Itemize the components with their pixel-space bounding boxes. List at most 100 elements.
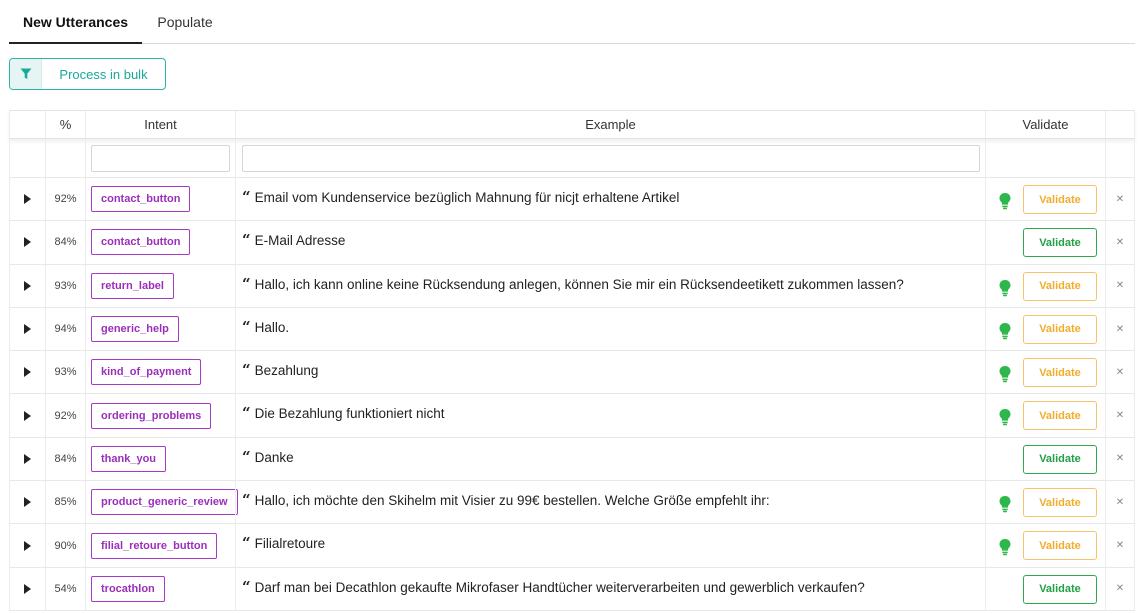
caret-right-icon[interactable]: [24, 324, 31, 335]
delete-cell: ✕: [1105, 524, 1135, 567]
expand-cell[interactable]: [9, 567, 45, 610]
delete-cell: ✕: [1105, 264, 1135, 307]
close-icon[interactable]: ✕: [1116, 324, 1124, 335]
confidence-percent: 92%: [54, 409, 77, 422]
expand-cell[interactable]: [9, 524, 45, 567]
intent-tag[interactable]: ordering_problems: [91, 402, 212, 429]
caret-right-icon[interactable]: [24, 410, 31, 421]
validate-cell: Validate: [985, 567, 1105, 610]
close-icon[interactable]: ✕: [1116, 540, 1124, 551]
intent-cell: ordering_problems: [85, 394, 235, 437]
expand-cell[interactable]: [9, 394, 45, 437]
caret-right-icon[interactable]: [24, 280, 31, 291]
expand-cell[interactable]: [9, 307, 45, 351]
table-row: 90% filial_retoure_button “Filialretoure Va…: [9, 524, 1135, 568]
filter-example-cell: [235, 139, 985, 177]
example-text: E-Mail Adresse: [254, 233, 346, 249]
intent-tag[interactable]: trocathlon: [91, 575, 165, 602]
table-row: 84% contact_button “E-Mail Adresse Validate…: [9, 221, 1135, 265]
quote-icon: “: [242, 577, 251, 596]
confidence-percent: 93%: [54, 279, 77, 292]
expand-cell[interactable]: [9, 437, 45, 481]
validate-button[interactable]: Validate: [1023, 574, 1097, 604]
expand-cell[interactable]: [9, 351, 45, 394]
intent-tag[interactable]: contact_button: [91, 229, 191, 256]
intent-tag[interactable]: filial_retoure_button: [91, 532, 218, 559]
confidence-percent: 84%: [54, 452, 77, 465]
header-percent[interactable]: %: [45, 111, 85, 138]
close-icon[interactable]: ✕: [1116, 237, 1124, 248]
header-intent[interactable]: Intent: [85, 111, 235, 138]
table-row: 93% kind_of_payment “Bezahlung Validate ✕: [9, 351, 1135, 395]
quote-icon: “: [242, 447, 251, 466]
example-text: Danke: [254, 449, 294, 465]
expand-cell[interactable]: [9, 221, 45, 264]
example-filter-input[interactable]: [242, 144, 980, 172]
example-cell: “Hallo, ich möchte den Skihelm mit Visie…: [235, 481, 985, 524]
validate-button[interactable]: Validate: [1023, 531, 1097, 561]
example-text: Hallo, ich möchte den Skihelm mit Visier…: [254, 493, 770, 509]
confidence-percent: 54%: [54, 582, 77, 595]
example-cell: “E-Mail Adresse: [235, 221, 985, 264]
validate-button[interactable]: Validate: [1023, 401, 1097, 431]
expand-cell[interactable]: [9, 178, 45, 221]
example-text-wrap: “E-Mail Adresse: [242, 221, 345, 249]
validate-button[interactable]: Validate: [1023, 228, 1097, 258]
caret-right-icon[interactable]: [24, 497, 31, 508]
caret-right-icon[interactable]: [24, 453, 31, 464]
caret-right-icon[interactable]: [24, 367, 31, 378]
validate-button[interactable]: Validate: [1023, 185, 1097, 214]
tab-new-utterances[interactable]: New Utterances: [9, 0, 142, 44]
lightbulb-icon: [999, 279, 1011, 296]
filter-row: [9, 139, 1135, 178]
header-example[interactable]: Example: [235, 111, 985, 138]
validate-button[interactable]: Validate: [1023, 314, 1097, 344]
caret-right-icon[interactable]: [24, 583, 31, 594]
table-row: 54% trocathlon “Darf man bei Decathlon gek…: [9, 567, 1135, 611]
confidence-cell: 54%: [45, 567, 85, 610]
utterances-table: % Intent Example Validate 92% contact_but…: [9, 110, 1135, 611]
quote-icon: “: [242, 534, 251, 553]
intent-filter-input[interactable]: [91, 144, 230, 172]
delete-cell: ✕: [1105, 481, 1135, 524]
tab-bar: New Utterances Populate: [9, 0, 1135, 44]
close-icon[interactable]: ✕: [1116, 280, 1124, 291]
lightbulb-icon: [999, 496, 1011, 513]
validate-button[interactable]: Validate: [1023, 488, 1097, 518]
validate-button[interactable]: Validate: [1023, 271, 1097, 301]
quote-icon: “: [242, 188, 251, 206]
lightbulb-icon: [999, 322, 1011, 340]
intent-tag[interactable]: generic_help: [91, 316, 179, 343]
close-icon[interactable]: ✕: [1116, 583, 1124, 594]
expand-cell[interactable]: [9, 481, 45, 524]
confidence-cell: 92%: [45, 394, 85, 437]
caret-right-icon[interactable]: [24, 540, 31, 551]
intent-tag[interactable]: thank_you: [91, 445, 167, 472]
intent-tag[interactable]: product_generic_review: [91, 489, 238, 516]
process-in-bulk-button[interactable]: Process in bulk: [9, 58, 166, 90]
confidence-cell: 93%: [45, 264, 85, 307]
tab-populate[interactable]: Populate: [150, 0, 220, 44]
close-icon[interactable]: ✕: [1116, 410, 1124, 421]
close-icon[interactable]: ✕: [1116, 194, 1124, 205]
example-text-wrap: “Bezahlung: [242, 351, 318, 379]
caret-right-icon[interactable]: [24, 237, 31, 248]
close-icon[interactable]: ✕: [1116, 453, 1124, 464]
close-icon[interactable]: ✕: [1116, 367, 1124, 378]
caret-right-icon[interactable]: [24, 194, 31, 205]
confidence-percent: 90%: [54, 539, 77, 552]
intent-cell: contact_button: [85, 221, 235, 264]
validate-cell: Validate: [985, 307, 1105, 351]
example-cell: “Bezahlung: [235, 351, 985, 394]
validate-button[interactable]: Validate: [1023, 358, 1097, 388]
expand-cell[interactable]: [9, 264, 45, 307]
confidence-cell: 85%: [45, 481, 85, 524]
filter-pct-cell: [45, 139, 85, 177]
intent-tag[interactable]: return_label: [91, 272, 174, 299]
example-text: Die Bezahlung funktioniert nicht: [254, 406, 445, 422]
confidence-percent: 85%: [54, 496, 77, 509]
intent-tag[interactable]: kind_of_payment: [91, 359, 202, 386]
close-icon[interactable]: ✕: [1116, 497, 1124, 508]
validate-button[interactable]: Validate: [1023, 444, 1097, 474]
intent-tag[interactable]: contact_button: [91, 186, 191, 213]
